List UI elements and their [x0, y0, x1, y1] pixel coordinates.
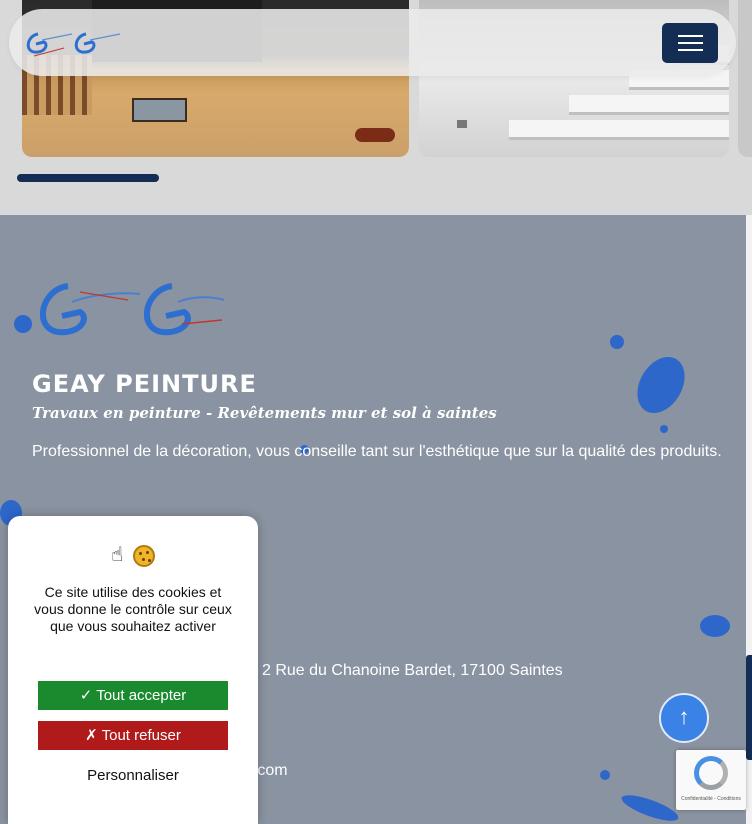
arrow-up-icon: ↑	[678, 704, 690, 729]
company-address[interactable]: 2 Rue du Chanoine Bardet, 17100 Saintes	[262, 662, 563, 680]
scroll-to-top-button[interactable]: ↑	[659, 693, 709, 743]
carousel-progress-bar[interactable]	[17, 174, 159, 182]
company-description: Professionnel de la décoration, vous con…	[32, 443, 722, 460]
footer-logo	[39, 283, 225, 336]
cookie-icon	[132, 544, 155, 567]
refuse-all-cookies-button[interactable]: ✗ Tout refuser	[38, 721, 228, 750]
pointing-hand-icon: ☝	[111, 542, 124, 566]
menu-toggle-button[interactable]	[662, 23, 718, 63]
customize-cookies-button[interactable]: Personnaliser	[38, 764, 228, 788]
photo-next-partial[interactable]	[738, 0, 752, 157]
scrollbar-thumb[interactable]	[746, 655, 752, 760]
recaptcha-badge[interactable]: Confidentialité - Conditions	[676, 750, 746, 810]
recaptcha-terms[interactable]: Confidentialité - Conditions	[676, 796, 746, 802]
recaptcha-icon	[694, 756, 728, 790]
cookie-consent-panel: ☝ Ce site utilise des cookies et vous do…	[8, 516, 258, 824]
accept-all-cookies-button[interactable]: ✓ Tout accepter	[38, 681, 228, 710]
logo[interactable]	[24, 26, 124, 62]
cookie-message: Ce site utilise des cookies et vous donn…	[34, 584, 232, 634]
site-header	[9, 9, 736, 76]
brand-title: GEAY PEINTURE	[32, 370, 257, 398]
brand-tagline: Travaux en peinture - Revêtements mur et…	[32, 404, 497, 422]
